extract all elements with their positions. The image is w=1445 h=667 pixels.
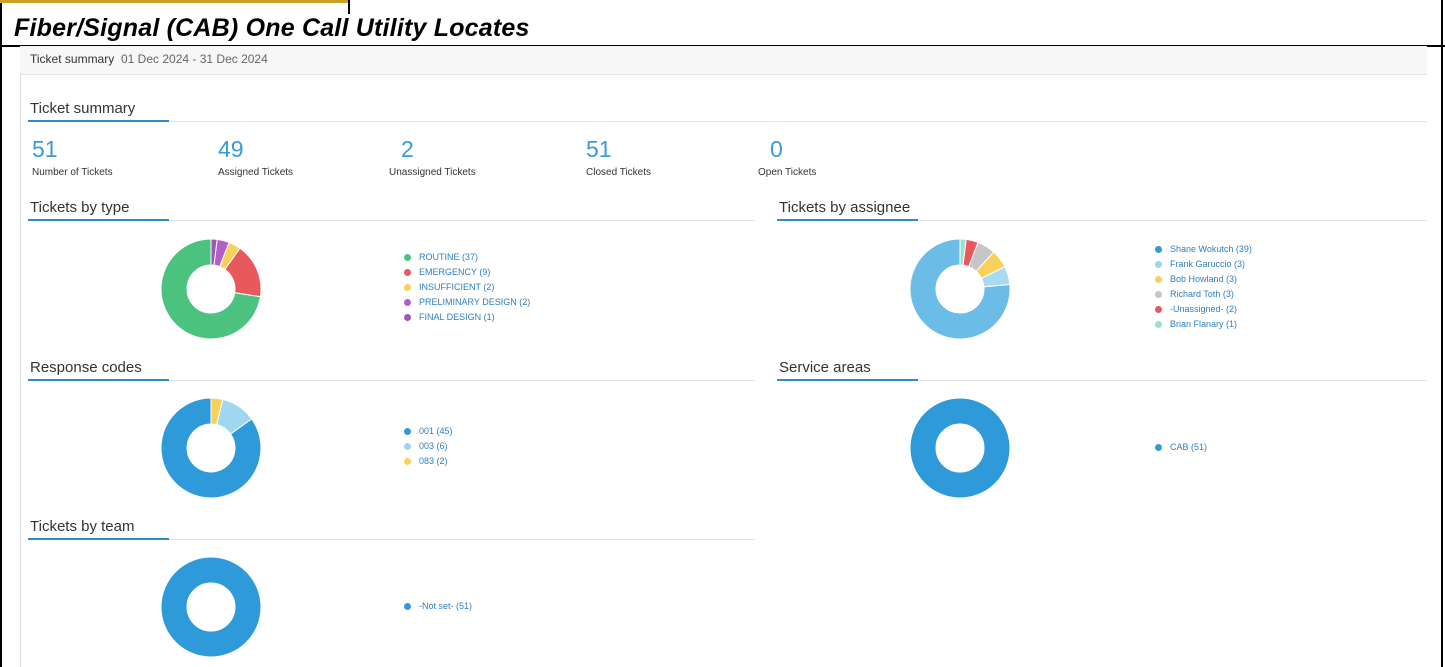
legend-label: 003 (6): [419, 441, 448, 451]
legend-item-083[interactable]: 083 (2): [404, 454, 453, 469]
legend-item-cab[interactable]: CAB (51): [1155, 440, 1207, 455]
tickets-by-team-donut: [160, 556, 262, 658]
legend-label: -Not set- (51): [419, 601, 473, 611]
service-areas-title: Service areas: [779, 359, 871, 376]
legend-label: Frank Garuccio (3): [1170, 259, 1246, 269]
summary-header-bar: Ticket summary 01 Dec 2024 - 31 Dec 2024: [20, 46, 1427, 75]
legend-dot: [404, 603, 411, 610]
legend-item-final-design[interactable]: FINAL DESIGN (1): [404, 310, 530, 325]
legend-item-frank-garuccio[interactable]: Frank Garuccio (3): [1155, 257, 1252, 272]
service-areas-donut: [909, 397, 1011, 499]
legend-item-insufficient[interactable]: INSUFFICIENT (2): [404, 280, 530, 295]
tickets-by-type-title: Tickets by type: [30, 199, 130, 216]
tickets-by-assignee-legend: Shane Wokutch (39) Frank Garuccio (3) Bob …: [1155, 242, 1252, 332]
stat-unassigned-tickets-label: Unassigned Tickets: [389, 167, 476, 178]
tickets-by-team-legend: -Not set- (51): [404, 599, 472, 614]
legend-item-003[interactable]: 003 (6): [404, 439, 453, 454]
legend-dot: [1155, 444, 1162, 451]
stat-open-tickets-label: Open Tickets: [758, 167, 817, 178]
date-range: 01 Dec 2024 - 31 Dec 2024: [121, 52, 268, 66]
ticket-summary-divider: [28, 121, 1427, 122]
legend-label: 083 (2): [419, 456, 448, 466]
legend-item-not-set[interactable]: -Not set- (51): [404, 599, 472, 614]
stat-number-of-tickets-value: 51: [32, 136, 58, 162]
tickets-by-assignee-underline: [777, 219, 918, 221]
response-codes-legend: 001 (45) 003 (6) 083 (2): [404, 424, 453, 469]
legend-dot: [404, 269, 411, 276]
legend-item-001[interactable]: 001 (45): [404, 424, 453, 439]
legend-label: Bob Howland (3): [1170, 274, 1238, 284]
legend-label: Shane Wokutch (39): [1170, 244, 1252, 254]
stat-unassigned-tickets-value: 2: [401, 136, 414, 162]
legend-item-emergency[interactable]: EMERGENCY (9): [404, 265, 530, 280]
legend-item-bob-howland[interactable]: Bob Howland (3): [1155, 272, 1252, 287]
response-codes-underline: [28, 379, 169, 381]
legend-dot: [1155, 276, 1162, 283]
legend-item-preliminary-design[interactable]: PRELIMINARY DESIGN (2): [404, 295, 530, 310]
legend-dot: [404, 314, 411, 321]
stat-closed-tickets-label: Closed Tickets: [586, 167, 652, 178]
legend-item-shane-wokutch[interactable]: Shane Wokutch (39): [1155, 242, 1252, 257]
legend-item-routine[interactable]: ROUTINE (37): [404, 250, 530, 265]
legend-label: Brian Flanary (1): [1170, 319, 1238, 329]
tickets-by-assignee-donut: [909, 238, 1011, 340]
slice-not-set[interactable]: [160, 556, 262, 658]
tickets-by-assignee-title: Tickets by assignee: [779, 199, 911, 216]
stat-number-of-tickets-label: Number of Tickets: [32, 167, 113, 178]
legend-dot: [404, 458, 411, 465]
legend-label: 001 (45): [419, 426, 453, 436]
legend-dot: [1155, 306, 1162, 313]
legend-item-brian-flanary[interactable]: Brian Flanary (1): [1155, 317, 1252, 332]
summary-label: Ticket summary: [30, 52, 115, 66]
top-border: [0, 0, 1445, 14]
legend-dot: [1155, 246, 1162, 253]
tickets-by-team-underline: [28, 538, 169, 540]
legend-dot: [404, 254, 411, 261]
response-codes-donut: [160, 397, 262, 499]
stat-closed-tickets-value: 51: [586, 136, 612, 162]
legend-dot: [404, 443, 411, 450]
legend-label: Richard Toth (3): [1170, 289, 1234, 299]
legend-item-unassigned[interactable]: -Unassigned- (2): [1155, 302, 1252, 317]
legend-item-richard-toth[interactable]: Richard Toth (3): [1155, 287, 1252, 302]
response-codes-title: Response codes: [30, 359, 142, 376]
service-areas-legend: CAB (51): [1155, 440, 1207, 455]
service-areas-underline: [777, 379, 918, 381]
stat-assigned-tickets-label: Assigned Tickets: [218, 167, 294, 178]
legend-label: FINAL DESIGN (1): [419, 312, 495, 322]
legend-dot: [1155, 291, 1162, 298]
legend-label: CAB (51): [1170, 442, 1208, 452]
legend-dot: [404, 284, 411, 291]
legend-label: EMERGENCY (9): [419, 267, 491, 277]
header-divider: [348, 0, 350, 14]
tickets-by-type-underline: [28, 219, 169, 221]
legend-dot: [404, 428, 411, 435]
ticket-summary-underline: [28, 120, 169, 122]
legend-label: -Unassigned- (2): [1170, 304, 1238, 314]
header-accent-strip: [0, 0, 348, 3]
tickets-by-team-title: Tickets by team: [30, 518, 135, 535]
legend-label: PRELIMINARY DESIGN (2): [419, 297, 531, 307]
tickets-by-type-legend: ROUTINE (37) EMERGENCY (9) INSUFFICIENT (2…: [404, 250, 530, 325]
legend-label: INSUFFICIENT (2): [419, 282, 495, 292]
stat-open-tickets-value: 0: [770, 136, 783, 162]
legend-dot: [404, 299, 411, 306]
ticket-summary-title: Ticket summary: [30, 100, 136, 117]
legend-label: ROUTINE (37): [419, 252, 479, 262]
legend-dot: [1155, 321, 1162, 328]
stat-assigned-tickets-value: 49: [218, 136, 244, 162]
slice-cab[interactable]: [909, 397, 1011, 499]
document-title: Fiber/Signal (CAB) One Call Utility Loca…: [14, 14, 530, 42]
tickets-by-type-donut: [160, 238, 262, 340]
legend-dot: [1155, 261, 1162, 268]
